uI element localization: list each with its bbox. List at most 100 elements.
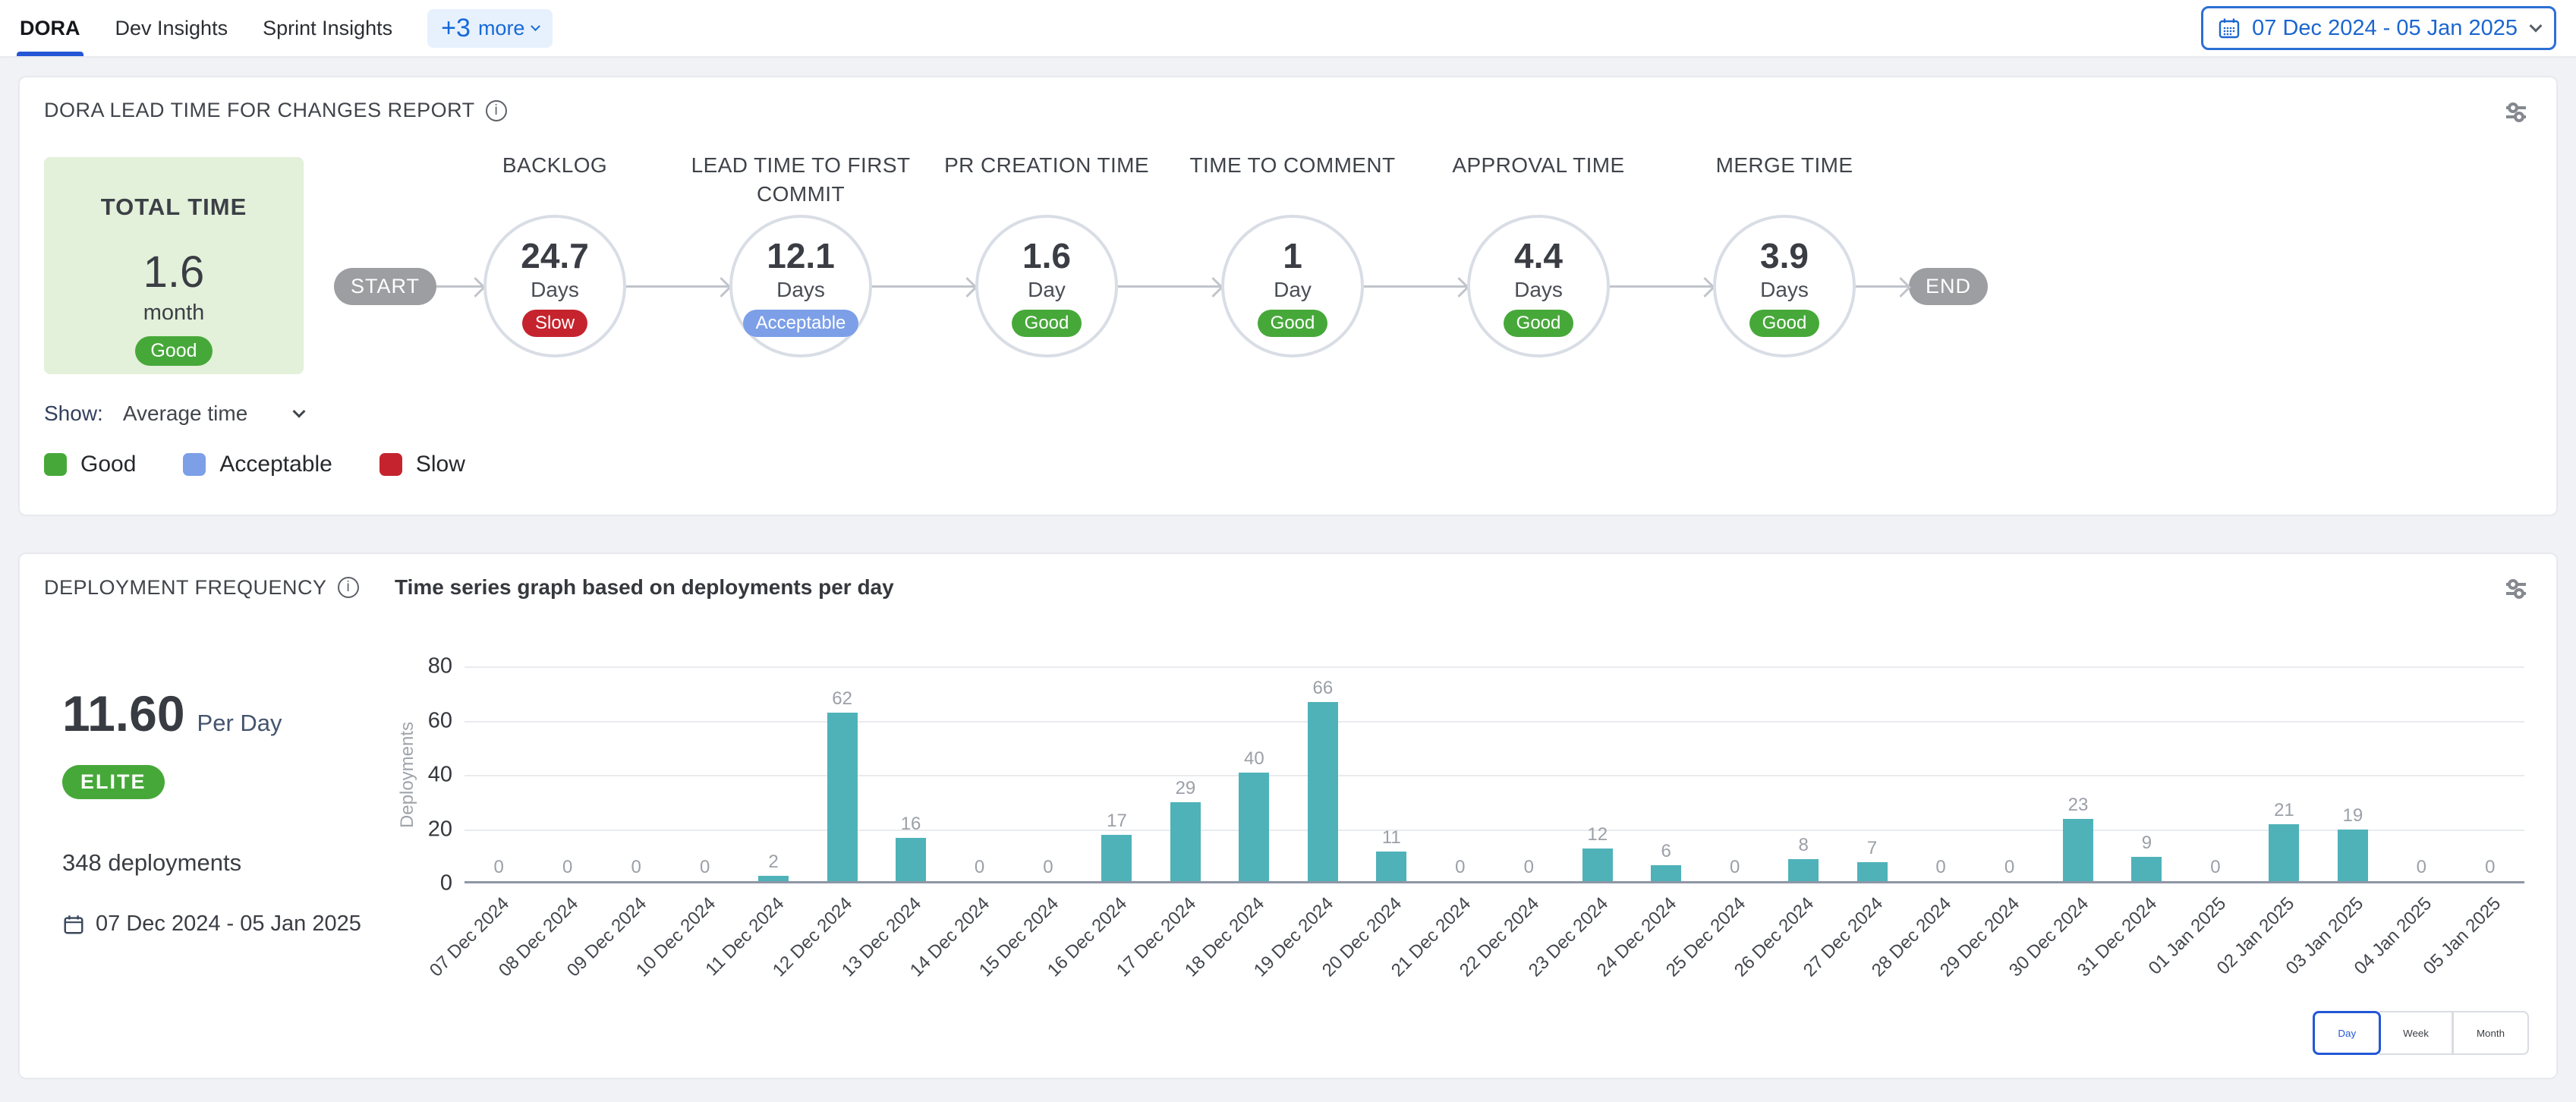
flow-stage-lead-time-to-first-commit: LEAD TIME TO FIRST COMMIT12.1DaysAccepta… bbox=[729, 215, 872, 357]
tab-dora[interactable]: DORA bbox=[20, 0, 80, 56]
stage-title: APPROVAL TIME bbox=[1416, 151, 1661, 180]
card-settings-button[interactable] bbox=[2502, 575, 2530, 606]
deployment-bar[interactable] bbox=[2338, 830, 2368, 881]
deployment-rate-unit: Per Day bbox=[197, 710, 282, 737]
bar-slot: 23 bbox=[2044, 666, 2112, 881]
bar-slot: 0 bbox=[2181, 666, 2250, 881]
bar-slot: 12 bbox=[1564, 666, 1632, 881]
y-axis-label: Deployments bbox=[397, 722, 418, 828]
bar-value-label: 19 bbox=[2343, 805, 2363, 826]
deployment-bar[interactable] bbox=[1101, 835, 1132, 881]
deployment-bar[interactable] bbox=[2131, 857, 2162, 881]
granularity-month-button[interactable]: Month bbox=[2452, 1011, 2529, 1055]
total-time-unit: month bbox=[44, 301, 304, 326]
granularity-day-button[interactable]: Day bbox=[2313, 1011, 2381, 1055]
deployment-bar[interactable] bbox=[1239, 773, 1269, 881]
deployment-bar[interactable] bbox=[1376, 852, 1406, 881]
date-range-picker[interactable]: 07 Dec 2024 - 05 Jan 2025 bbox=[2201, 6, 2556, 50]
bar-slot: 0 bbox=[1907, 666, 1975, 881]
bar-value-label: 0 bbox=[2004, 857, 2014, 878]
stage-status-badge: Acceptable bbox=[743, 310, 859, 337]
chevron-down-icon bbox=[2530, 20, 2543, 33]
deployment-stats: 11.60 Per Day ELITE 348 deployments 07 D… bbox=[44, 600, 395, 937]
flow-arrow bbox=[1610, 285, 1713, 288]
bar-slot: 0 bbox=[602, 666, 670, 881]
stage-value: 1 bbox=[1283, 235, 1302, 276]
bar-value-label: 0 bbox=[1524, 857, 1534, 878]
deployment-bar[interactable] bbox=[827, 713, 858, 881]
bar-slot: 0 bbox=[1426, 666, 1494, 881]
info-icon[interactable]: i bbox=[338, 577, 359, 598]
deployment-bar[interactable] bbox=[1651, 865, 1681, 881]
bar-slot: 9 bbox=[2112, 666, 2181, 881]
show-metric-dropdown[interactable]: Show: Average time bbox=[44, 401, 304, 426]
flow-arrow bbox=[1364, 285, 1467, 288]
flow-end-pill: END bbox=[1909, 268, 1988, 305]
date-range-value: 07 Dec 2024 - 05 Jan 2025 bbox=[2252, 16, 2518, 41]
deployment-bar[interactable] bbox=[1857, 862, 1888, 881]
deployment-bar[interactable] bbox=[1170, 802, 1201, 881]
y-tick-label: 20 bbox=[428, 817, 452, 842]
x-axis-labels: 07 Dec 202408 Dec 202409 Dec 202410 Dec … bbox=[464, 881, 2524, 1010]
stage-status-badge: Slow bbox=[522, 310, 587, 337]
bar-slot: 0 bbox=[945, 666, 1013, 881]
bar-slot: 2 bbox=[739, 666, 808, 881]
stage-title: MERGE TIME bbox=[1662, 151, 1907, 180]
lead-time-flow: STARTBACKLOG24.7DaysSlowLEAD TIME TO FIR… bbox=[304, 157, 2532, 357]
y-tick-label: 0 bbox=[440, 871, 452, 896]
chevron-down-icon bbox=[531, 21, 541, 31]
sliders-icon bbox=[2502, 575, 2530, 603]
deployment-bar[interactable] bbox=[1788, 859, 1819, 881]
bar-slot: 0 bbox=[1975, 666, 2043, 881]
info-icon[interactable]: i bbox=[486, 100, 507, 121]
deployment-bar[interactable] bbox=[1582, 849, 1613, 881]
tab-dev-insights[interactable]: Dev Insights bbox=[115, 0, 228, 56]
total-time-value: 1.6 bbox=[44, 247, 304, 298]
deployment-bar[interactable] bbox=[2063, 819, 2093, 881]
report-tabs: DORA Dev Insights Sprint Insights +3 mor… bbox=[20, 0, 553, 56]
bar-value-label: 23 bbox=[2068, 795, 2089, 816]
bar-value-label: 8 bbox=[1798, 835, 1808, 856]
y-tick-label: 80 bbox=[428, 654, 452, 679]
more-tabs-dropdown[interactable]: +3 more bbox=[427, 9, 553, 48]
stage-unit: Day bbox=[1028, 278, 1066, 302]
bar-slot: 21 bbox=[2250, 666, 2318, 881]
flow-arrow bbox=[1856, 285, 1909, 288]
top-navigation: DORA Dev Insights Sprint Insights +3 mor… bbox=[0, 0, 2576, 58]
bar-value-label: 0 bbox=[1935, 857, 1945, 878]
bar-slot: 6 bbox=[1632, 666, 1700, 881]
stats-date-range: 07 Dec 2024 - 05 Jan 2025 bbox=[96, 912, 361, 937]
deployment-bar[interactable] bbox=[758, 876, 789, 881]
tab-sprint-insights[interactable]: Sprint Insights bbox=[263, 0, 392, 56]
deployment-bar[interactable] bbox=[896, 838, 926, 881]
stage-title: TIME TO COMMENT bbox=[1170, 151, 1415, 180]
bar-value-label: 0 bbox=[1455, 857, 1465, 878]
bar-value-label: 17 bbox=[1107, 811, 1127, 832]
bar-value-label: 62 bbox=[832, 688, 852, 710]
bar-slot: 0 bbox=[533, 666, 601, 881]
bar-slot: 19 bbox=[2319, 666, 2387, 881]
deployment-rate-value: 11.60 bbox=[62, 685, 185, 742]
dashboard: DORA LEAD TIME FOR CHANGES REPORT i TOTA… bbox=[0, 76, 2576, 1079]
flow-stage-approval-time: APPROVAL TIME4.4DaysGood bbox=[1467, 215, 1610, 357]
bar-slot: 62 bbox=[808, 666, 876, 881]
bar-value-label: 16 bbox=[901, 814, 921, 835]
more-tabs-count: +3 bbox=[441, 19, 471, 37]
deployment-bar[interactable] bbox=[2269, 824, 2299, 881]
stage-value: 4.4 bbox=[1514, 235, 1563, 276]
bar-slot: 0 bbox=[670, 666, 738, 881]
stage-value: 1.6 bbox=[1022, 235, 1071, 276]
stage-unit: Days bbox=[776, 278, 825, 302]
show-selected-value: Average time bbox=[123, 401, 247, 426]
deployment-bar[interactable] bbox=[1308, 702, 1338, 881]
card-settings-button[interactable] bbox=[2502, 99, 2530, 130]
granularity-week-button[interactable]: Week bbox=[2379, 1011, 2452, 1055]
bar-value-label: 0 bbox=[975, 857, 984, 878]
legend-swatch bbox=[44, 453, 67, 476]
bar-slot: 0 bbox=[2456, 666, 2524, 881]
bar-value-label: 66 bbox=[1313, 678, 1334, 699]
bar-value-label: 0 bbox=[2417, 857, 2426, 878]
stage-unit: Days bbox=[1514, 278, 1563, 302]
deployment-frequency-title: DEPLOYMENT FREQUENCY bbox=[44, 576, 327, 600]
stage-value: 12.1 bbox=[767, 235, 835, 276]
